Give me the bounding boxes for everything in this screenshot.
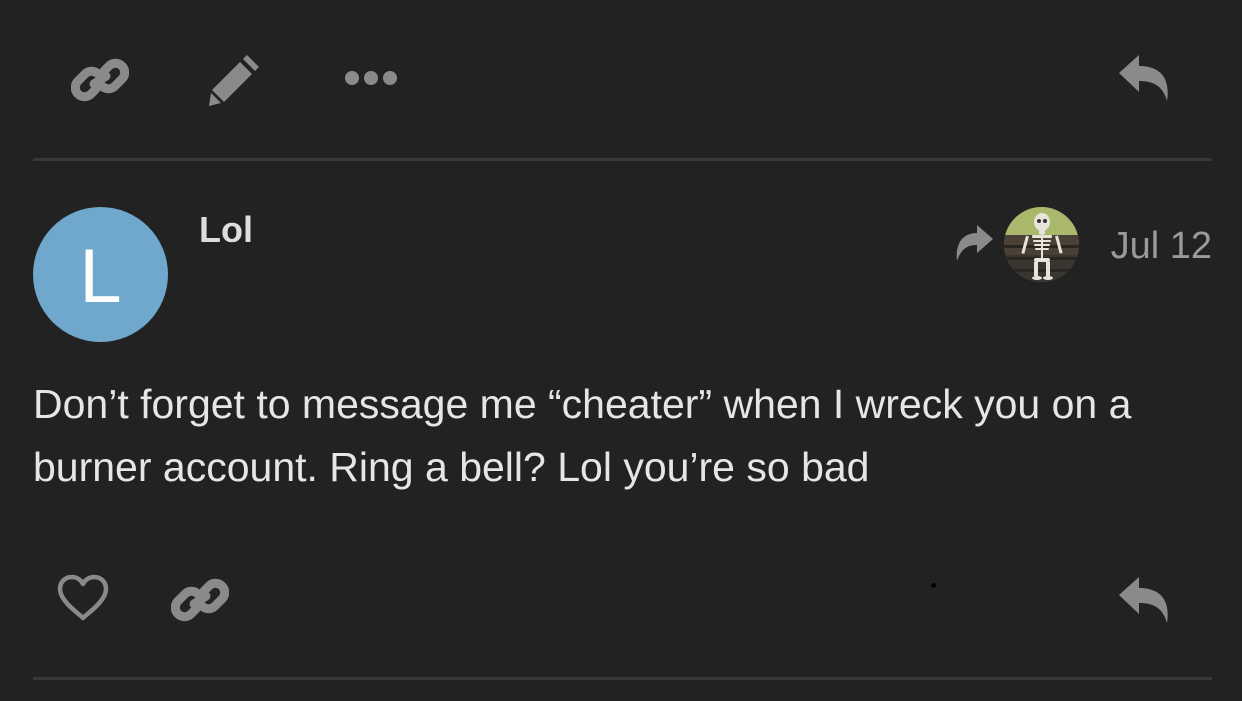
copy-link-button-bottom[interactable] xyxy=(170,572,230,628)
link-icon xyxy=(171,578,229,622)
edit-button[interactable] xyxy=(206,50,266,108)
reply-button[interactable] xyxy=(1116,52,1174,104)
reply-to-indicator[interactable] xyxy=(952,224,996,264)
post-body: Don’t forget to message me “cheater” whe… xyxy=(33,373,1213,499)
post-divider xyxy=(33,158,1212,161)
reply-button-bottom[interactable] xyxy=(1116,574,1174,626)
post-date[interactable]: Jul 12 xyxy=(1111,224,1212,268)
reply-icon xyxy=(1119,577,1168,623)
author-username[interactable]: Lol xyxy=(199,208,253,252)
heart-icon xyxy=(57,574,109,621)
author-avatar[interactable]: L xyxy=(33,207,168,342)
ellipsis-icon xyxy=(345,71,397,85)
pencil-icon xyxy=(209,55,259,106)
copy-link-button[interactable] xyxy=(70,52,130,108)
share-arrow-icon xyxy=(956,225,993,261)
more-options-button[interactable] xyxy=(343,63,399,93)
stray-dot xyxy=(931,583,936,588)
skeleton-avatar-image xyxy=(1004,207,1079,282)
link-icon xyxy=(71,58,129,102)
reply-icon xyxy=(1119,55,1168,101)
reply-to-avatar[interactable] xyxy=(1004,207,1079,282)
post-divider-bottom xyxy=(33,677,1212,680)
post-body-text: Don’t forget to message me “cheater” whe… xyxy=(33,381,1132,490)
like-button[interactable] xyxy=(54,572,112,624)
avatar-letter: L xyxy=(79,233,122,319)
